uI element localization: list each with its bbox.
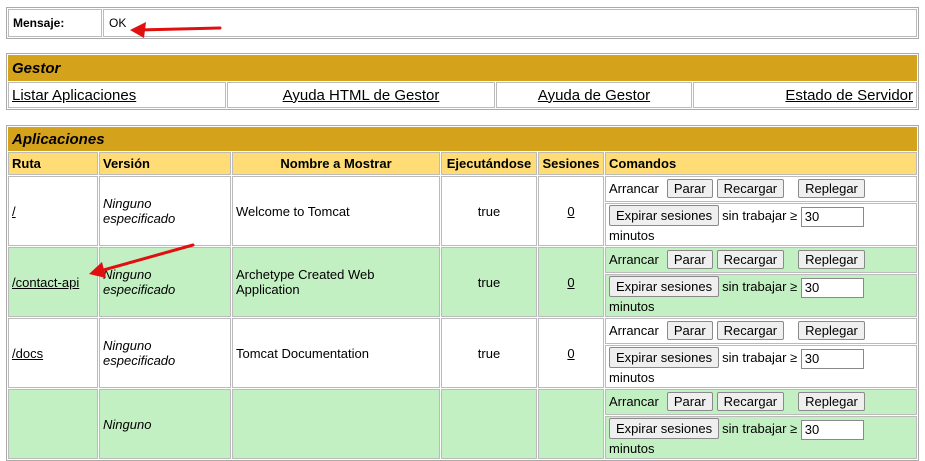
app-sessions-link[interactable]: 0 [567, 204, 574, 219]
app-sessions-cell: 0 [538, 176, 604, 246]
col-header-version: Versión [99, 152, 231, 175]
reload-button[interactable]: Recargar [716, 392, 785, 412]
stop-button[interactable]: Parar [666, 250, 713, 270]
app-version: Ninguno especificado [99, 318, 231, 388]
minutes-label: minutos [609, 227, 655, 243]
app-commands-row: Arrancar Parar Recargar Replegar [605, 176, 917, 202]
idle-label: sin trabajar ≥ [722, 350, 798, 366]
app-expire-row: Expirar sesiones sin trabajar ≥ 30 minutos [605, 273, 917, 317]
app-path-link[interactable]: /contact-api [12, 275, 79, 290]
link-manager-help[interactable]: Ayuda de Gestor [538, 87, 650, 104]
idle-label: sin trabajar ≥ [722, 208, 798, 224]
message-label: Mensaje: [8, 9, 102, 37]
start-command[interactable]: Arrancar [609, 323, 659, 338]
expire-sessions-button[interactable]: Expirar sesiones [609, 418, 720, 440]
col-header-path: Ruta [8, 152, 98, 175]
idle-label: sin trabajar ≥ [722, 279, 798, 295]
undeploy-button[interactable]: Replegar [798, 250, 865, 270]
stop-button[interactable]: Parar [666, 321, 713, 341]
app-display-name [232, 389, 440, 459]
expire-sessions-button[interactable]: Expirar sesiones [609, 347, 720, 369]
link-list-applications[interactable]: Listar Aplicaciones [12, 87, 136, 104]
col-header-sessions: Sesiones [538, 152, 604, 175]
app-sessions-cell: 0 [538, 318, 604, 388]
app-display-name: Tomcat Documentation [232, 318, 440, 388]
app-running: true [441, 247, 537, 317]
col-header-commands: Comandos [605, 152, 917, 175]
undeploy-button[interactable]: Replegar [798, 179, 865, 199]
app-path-link[interactable]: / [12, 204, 16, 219]
table-row: /docs Ninguno especificado Tomcat Document… [8, 318, 917, 388]
app-sessions-cell: 0 [538, 247, 604, 317]
minutes-label: minutos [609, 298, 655, 314]
col-header-running: Ejecutándose [441, 152, 537, 175]
start-command[interactable]: Arrancar [609, 394, 659, 409]
link-server-status[interactable]: Estado de Servidor [785, 87, 913, 104]
app-sessions-link[interactable]: 0 [567, 275, 574, 290]
expire-sessions-button[interactable]: Expirar sesiones [609, 276, 720, 298]
start-command[interactable]: Arrancar [609, 252, 659, 267]
expire-sessions-button[interactable]: Expirar sesiones [609, 205, 720, 227]
app-version: Ninguno especificado [99, 247, 231, 317]
stop-button[interactable]: Parar [666, 392, 713, 412]
idle-minutes-input[interactable]: 30 [800, 348, 864, 369]
app-commands-row: Arrancar Parar Recargar Replegar [605, 318, 917, 344]
link-html-manager-help[interactable]: Ayuda HTML de Gestor [283, 87, 440, 104]
app-running [441, 389, 537, 459]
app-expire-row: Expirar sesiones sin trabajar ≥ 30 minutos [605, 344, 917, 388]
app-expire-row: Expirar sesiones sin trabajar ≥ 30 minutos [605, 415, 917, 459]
app-path-link[interactable]: /docs [12, 346, 43, 361]
manager-table: Gestor Listar Aplicaciones Ayuda HTML de… [6, 53, 919, 110]
app-display-name: Welcome to Tomcat [232, 176, 440, 246]
table-row: / Ninguno especificado Welcome to Tomcat tr… [8, 176, 917, 246]
app-version: Ninguno especificado [99, 176, 231, 246]
reload-button[interactable]: Recargar [716, 321, 785, 341]
stop-button[interactable]: Parar [666, 179, 713, 199]
start-command[interactable]: Arrancar [609, 181, 659, 196]
table-row: Ninguno Arrancar Parar Recargar Replegar [8, 389, 917, 459]
app-display-name: Archetype Created Web Application [232, 247, 440, 317]
minutes-label: minutos [609, 440, 655, 456]
app-sessions-cell [538, 389, 604, 459]
undeploy-button[interactable]: Replegar [798, 321, 865, 341]
undeploy-button[interactable]: Replegar [798, 392, 865, 412]
applications-table: Aplicaciones Ruta Versión Nombre a Mostr… [6, 125, 919, 461]
app-path-cell: /docs [8, 318, 98, 388]
app-running: true [441, 318, 537, 388]
message-table: Mensaje: OK [6, 7, 919, 39]
manager-title: Gestor [8, 55, 917, 81]
minutes-label: minutos [609, 369, 655, 385]
app-version: Ninguno [99, 389, 231, 459]
reload-button[interactable]: Recargar [716, 250, 785, 270]
app-path-cell: / [8, 176, 98, 246]
idle-minutes-input[interactable]: 30 [800, 206, 864, 227]
app-commands-row: Arrancar Parar Recargar Replegar [605, 247, 917, 273]
idle-minutes-input[interactable]: 30 [800, 419, 864, 440]
reload-button[interactable]: Recargar [716, 179, 785, 199]
app-sessions-link[interactable]: 0 [567, 346, 574, 361]
col-header-display-name: Nombre a Mostrar [232, 152, 440, 175]
app-commands-row: Arrancar Parar Recargar Replegar [605, 389, 917, 415]
app-path-cell [8, 389, 98, 459]
applications-title: Aplicaciones [8, 127, 917, 151]
message-value: OK [103, 9, 917, 37]
idle-minutes-input[interactable]: 30 [800, 277, 864, 298]
table-row: /contact-api Ninguno especificado Archetyp… [8, 247, 917, 317]
app-expire-row: Expirar sesiones sin trabajar ≥ 30 minutos [605, 202, 917, 246]
app-running: true [441, 176, 537, 246]
app-path-cell: /contact-api [8, 247, 98, 317]
idle-label: sin trabajar ≥ [722, 421, 798, 437]
